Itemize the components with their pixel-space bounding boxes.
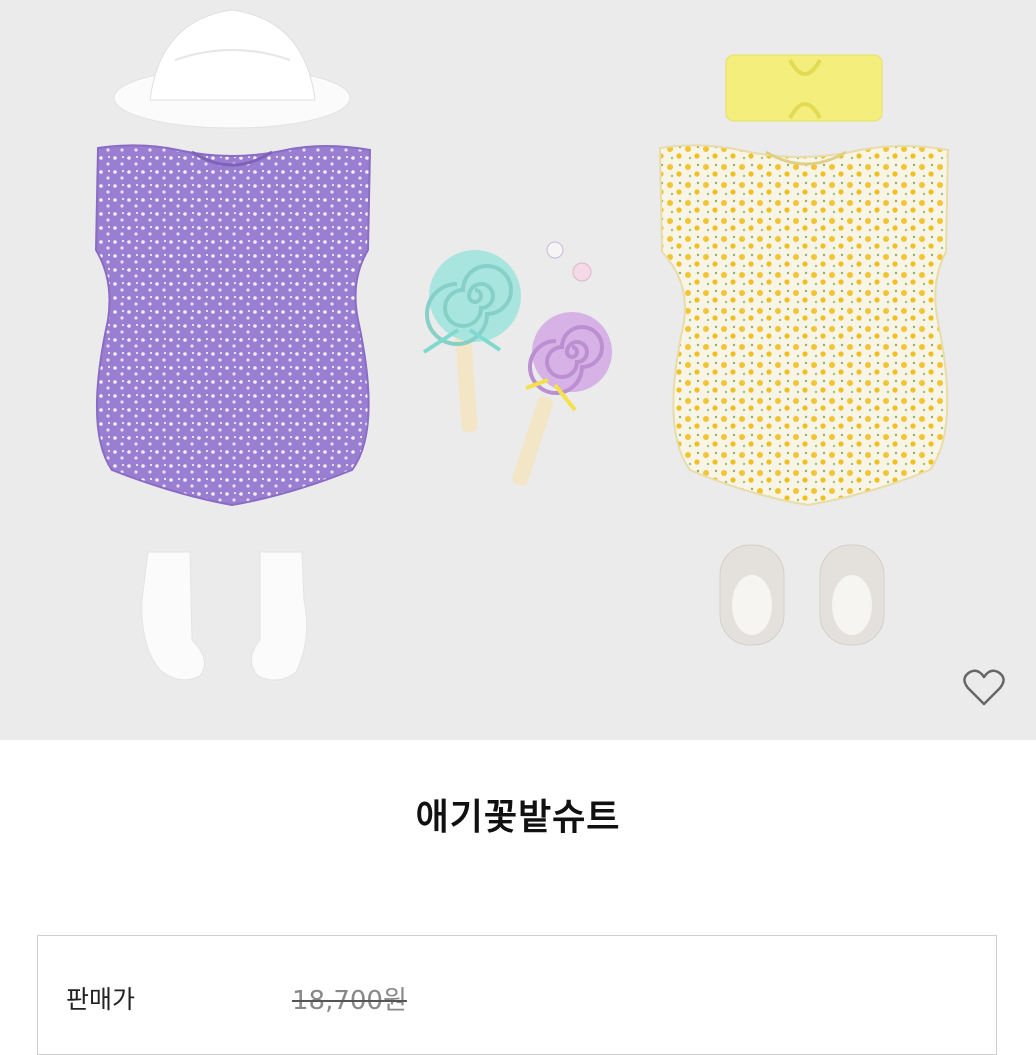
- product-title: 애기꽃밭슈트: [415, 797, 621, 838]
- candy-1: [546, 241, 564, 259]
- headband: [725, 54, 883, 122]
- lavender-romper: [94, 144, 372, 507]
- grey-baby-shoes: [719, 544, 885, 646]
- mint-lollipop: [422, 250, 521, 433]
- price-panel: 판매가 18,700원: [37, 935, 997, 1055]
- heart-outline-icon: [963, 669, 1005, 706]
- product-image: [0, 0, 1036, 740]
- price-label: 판매가: [66, 985, 136, 1014]
- wishlist-button[interactable]: [962, 668, 1010, 716]
- product-photo-illustration: [94, 9, 950, 681]
- bucket-hat: [113, 9, 351, 129]
- original-price: 18,700원: [292, 986, 407, 1016]
- lilac-lollipop: [512, 312, 612, 486]
- white-socks: [141, 551, 308, 681]
- yellow-floral-romper: [658, 144, 950, 507]
- candy-2: [572, 262, 592, 282]
